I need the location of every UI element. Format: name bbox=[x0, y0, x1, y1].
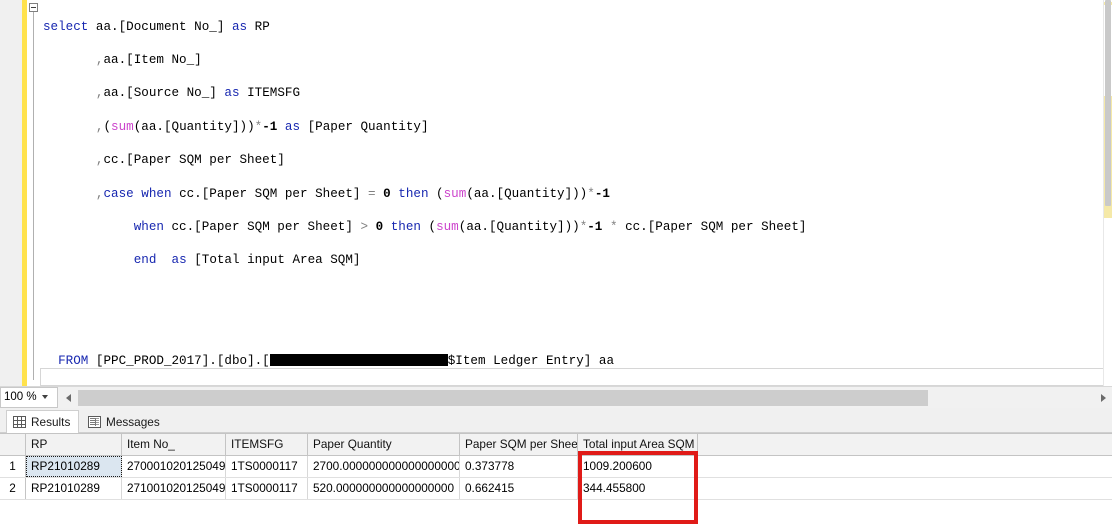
editor-vertical-scrollbar[interactable] bbox=[1103, 0, 1112, 386]
cell-item-no[interactable]: 2710010201250491 bbox=[122, 478, 226, 499]
results-pane: Results Messages RP Item No_ ITEMSFG Pap… bbox=[0, 408, 1112, 524]
scroll-right-arrow-icon[interactable] bbox=[1095, 388, 1112, 408]
code-line: ,aa.[Item No_] bbox=[95, 53, 202, 68]
cell-itemsfg[interactable]: 1TS0000117 bbox=[226, 478, 308, 499]
editor-bottom-bar: 100 % bbox=[0, 386, 1112, 408]
zoom-level-value: 100 % bbox=[4, 391, 37, 403]
table-row[interactable]: 2 RP21010289 2710010201250491 1TS0000117… bbox=[0, 478, 1112, 500]
tab-messages[interactable]: Messages bbox=[82, 410, 168, 433]
cell-total-input-area-sqm[interactable]: 1009.200600 bbox=[578, 456, 698, 477]
cell-rp[interactable]: RP21010289 bbox=[26, 456, 122, 477]
messages-icon bbox=[88, 415, 101, 428]
scrollbar-thumb[interactable] bbox=[1105, 0, 1111, 206]
column-header-item-no[interactable]: Item No_ bbox=[122, 434, 226, 455]
results-grid[interactable]: RP Item No_ ITEMSFG Paper Quantity Paper… bbox=[0, 433, 1112, 524]
select-all-corner[interactable] bbox=[0, 434, 26, 455]
tab-results-label: Results bbox=[31, 415, 71, 429]
code-line: ,(sum(aa.[Quantity]))*-1 as [Paper Quant… bbox=[95, 119, 429, 134]
cell-total-input-area-sqm[interactable]: 344.455800 bbox=[578, 478, 698, 499]
grid-header-row: RP Item No_ ITEMSFG Paper Quantity Paper… bbox=[0, 434, 1112, 456]
column-header-paper-sqm-per-sheet[interactable]: Paper SQM per Sheet bbox=[460, 434, 578, 455]
cell-rp[interactable]: RP21010289 bbox=[26, 478, 122, 499]
cell-filler bbox=[698, 456, 1112, 477]
results-tab-strip: Results Messages bbox=[0, 408, 1112, 434]
code-line: when cc.[Paper SQM per Sheet] > 0 then (… bbox=[133, 220, 807, 235]
cell-filler bbox=[698, 478, 1112, 499]
editor-horizontal-scrollbar[interactable] bbox=[60, 388, 1112, 408]
cell-paper-sqm-per-sheet[interactable]: 0.662415 bbox=[460, 478, 578, 499]
tab-results[interactable]: Results bbox=[6, 410, 80, 434]
cell-paper-sqm-per-sheet[interactable]: 0.373778 bbox=[460, 456, 578, 477]
column-header-rp[interactable]: RP bbox=[26, 434, 122, 455]
editor-fold-column bbox=[27, 0, 43, 386]
horizontal-scrollbar-thumb[interactable] bbox=[78, 390, 928, 406]
row-number[interactable]: 1 bbox=[0, 456, 26, 477]
code-line: ,case when cc.[Paper SQM per Sheet] = 0 … bbox=[95, 186, 610, 201]
sql-query-editor[interactable]: select aa.[Document No_] as RP ,aa.[Item… bbox=[0, 0, 1112, 386]
tab-messages-label: Messages bbox=[106, 414, 160, 429]
cell-item-no[interactable]: 2700010201250498 bbox=[122, 456, 226, 477]
code-line: end as [Total input Area SQM] bbox=[133, 253, 361, 268]
column-header-filler bbox=[698, 434, 1112, 455]
sql-code-text[interactable]: select aa.[Document No_] as RP ,aa.[Item… bbox=[43, 2, 1103, 386]
table-row[interactable]: 1 RP21010289 2700010201250498 1TS0000117… bbox=[0, 456, 1112, 478]
redacted-text bbox=[269, 353, 448, 366]
code-line: ,cc.[Paper SQM per Sheet] bbox=[95, 153, 285, 168]
cell-paper-quantity[interactable]: 520.000000000000000000 bbox=[308, 478, 460, 499]
code-line: select aa.[Document No_] as RP bbox=[43, 19, 270, 34]
column-header-itemsfg[interactable]: ITEMSFG bbox=[226, 434, 308, 455]
collapse-region-icon[interactable] bbox=[29, 3, 38, 12]
fold-region-line bbox=[33, 12, 34, 380]
column-header-total-input-area-sqm[interactable]: Total input Area SQM bbox=[578, 434, 698, 455]
editor-gutter bbox=[0, 0, 23, 386]
zoom-level-combobox[interactable]: 100 % bbox=[0, 387, 58, 408]
row-number[interactable]: 2 bbox=[0, 478, 26, 499]
column-header-paper-quantity[interactable]: Paper Quantity bbox=[308, 434, 460, 455]
grid-icon bbox=[13, 416, 26, 428]
code-line: ,aa.[Source No_] as ITEMSFG bbox=[95, 86, 300, 101]
code-line: FROM [PPC_PROD_2017].[dbo].[$Item Ledger… bbox=[58, 353, 615, 368]
scroll-left-arrow-icon[interactable] bbox=[60, 388, 77, 408]
chevron-down-icon[interactable] bbox=[42, 395, 48, 399]
cell-itemsfg[interactable]: 1TS0000117 bbox=[226, 456, 308, 477]
cell-paper-quantity[interactable]: 2700.000000000000000000 bbox=[308, 456, 460, 477]
